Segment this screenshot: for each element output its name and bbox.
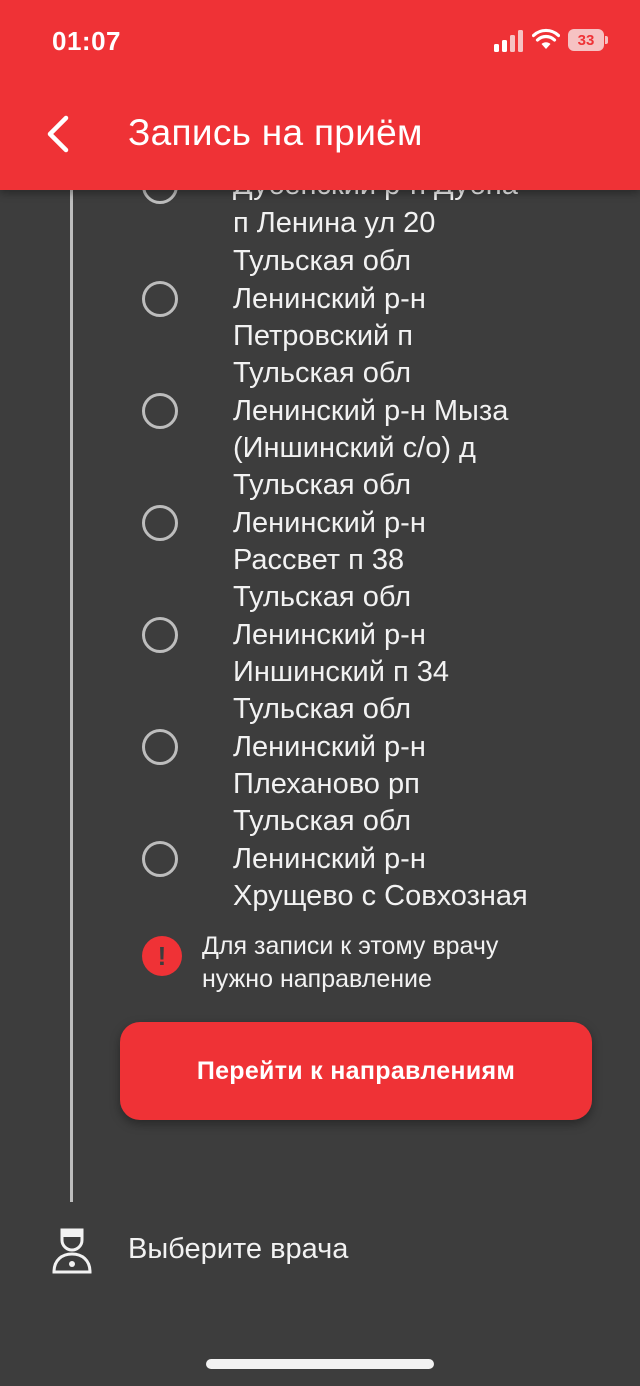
notice-text: Для записи к этому врачу нужно направлен… bbox=[202, 932, 499, 993]
doctor-icon bbox=[52, 1228, 92, 1274]
radio-button[interactable] bbox=[142, 841, 178, 877]
address-text: Тульская обл Ленинский р-н Петровский п bbox=[233, 245, 426, 352]
cellular-signal-icon bbox=[494, 30, 523, 52]
exclamation-icon: ! bbox=[142, 936, 182, 976]
timeline-line bbox=[70, 190, 73, 1202]
address-text: Тульская обл Ленинский р-н Рассвет п 38 bbox=[233, 469, 426, 576]
page-title: Запись на приём bbox=[128, 112, 423, 153]
go-to-referrals-button[interactable]: Перейти к направлениям bbox=[120, 1022, 592, 1120]
radio-button[interactable] bbox=[142, 729, 178, 765]
chevron-left-icon bbox=[47, 115, 69, 153]
home-indicator[interactable] bbox=[206, 1359, 434, 1369]
radio-button[interactable] bbox=[142, 281, 178, 317]
status-time: 01:07 bbox=[52, 26, 121, 56]
select-doctor-step[interactable]: Выберите врача bbox=[128, 1233, 348, 1266]
back-button[interactable] bbox=[30, 106, 86, 162]
radio-button[interactable] bbox=[142, 393, 178, 429]
radio-button[interactable] bbox=[142, 505, 178, 541]
battery-icon: 33 bbox=[568, 29, 608, 51]
screen: Дубенский р-н Дубна п Ленина ул 20 Тульс… bbox=[0, 0, 640, 1386]
header: 01:07 33 Запись на приём bbox=[0, 0, 640, 190]
address-text: Тульская обл Ленинский р-н Мыза (Иншинск… bbox=[233, 357, 509, 464]
address-text: Тульская обл Ленинский р-н Плеханово рп bbox=[233, 693, 426, 800]
battery-level: 33 bbox=[568, 29, 604, 51]
radio-button[interactable] bbox=[142, 617, 178, 653]
address-text: Тульская обл Ленинский р-н Иншинский п 3… bbox=[233, 581, 449, 688]
address-text: Тульская обл Ленинский р-н Хрущево с Сов… bbox=[233, 805, 528, 912]
wifi-icon bbox=[532, 28, 560, 49]
battery-tip bbox=[605, 36, 608, 44]
